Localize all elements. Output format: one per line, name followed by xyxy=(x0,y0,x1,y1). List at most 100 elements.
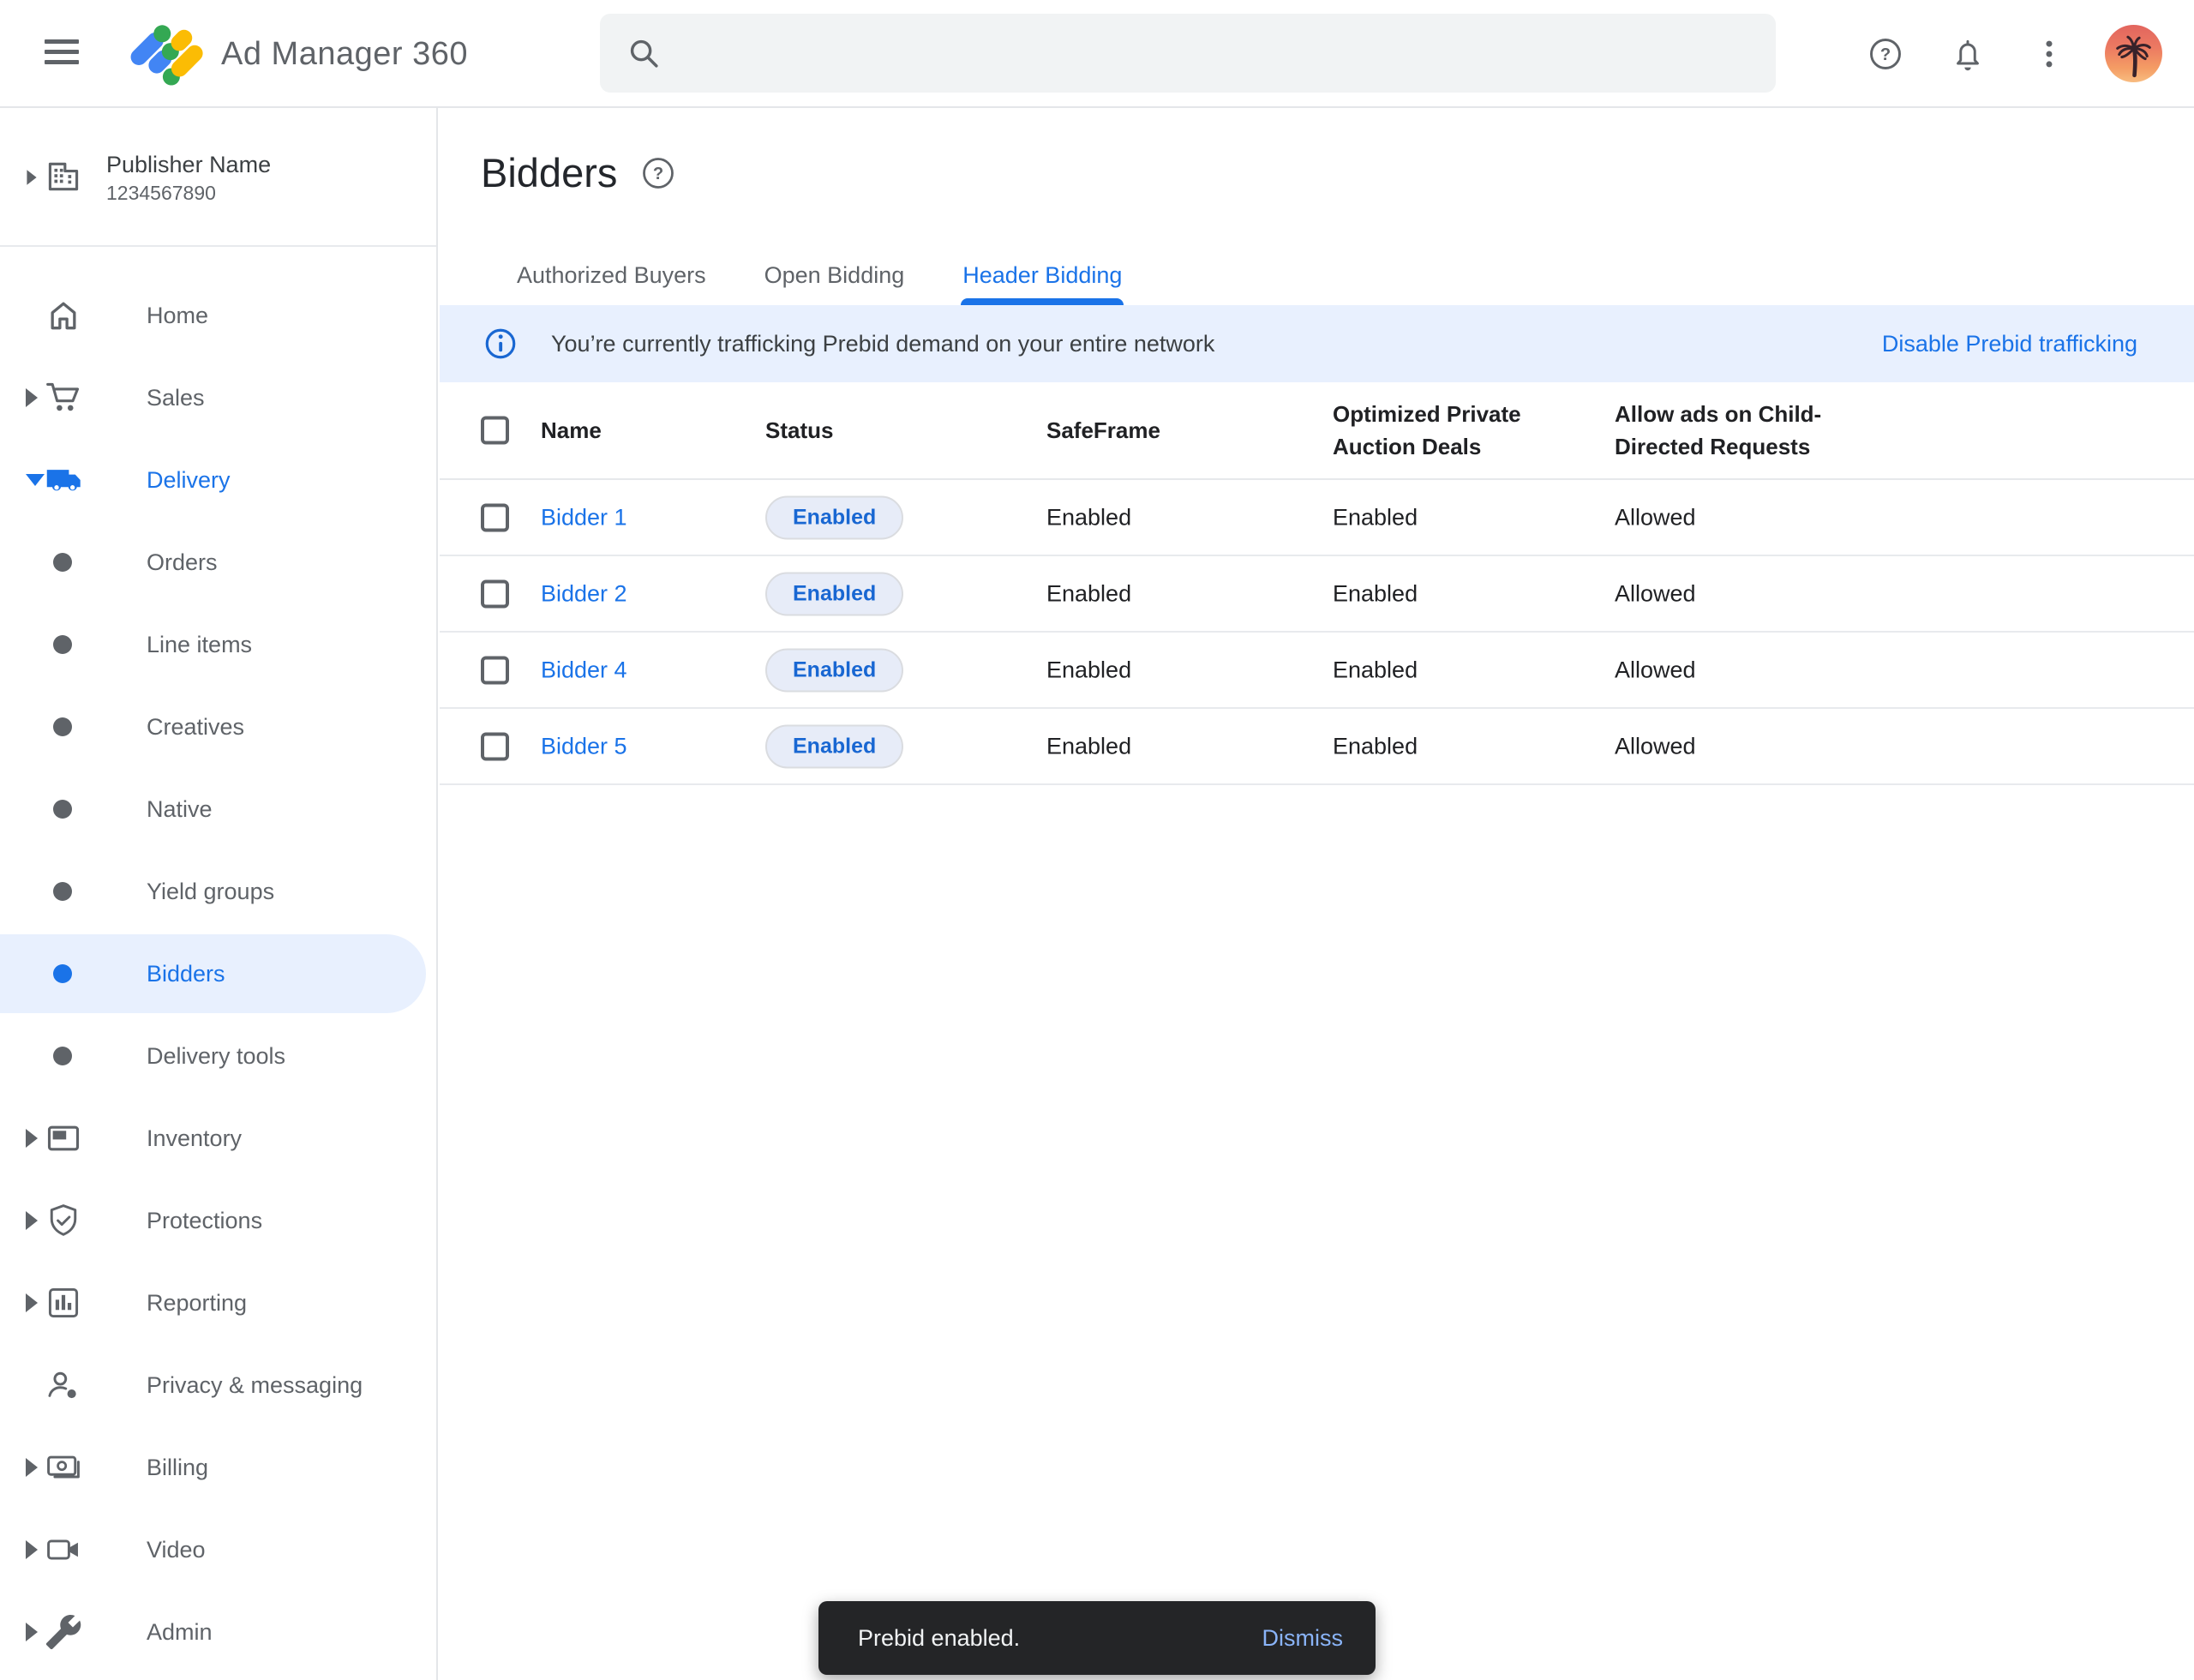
search-bar[interactable] xyxy=(600,14,1776,93)
column-header-status[interactable]: Status xyxy=(765,414,833,447)
bidder-link[interactable]: Bidder 2 xyxy=(541,580,627,607)
expand-icon[interactable] xyxy=(26,1458,38,1477)
sidebar-item-native[interactable]: Native xyxy=(0,768,436,850)
toast-dismiss-button[interactable]: Dismiss xyxy=(1262,1625,1344,1652)
sidebar-item-label: Privacy & messaging xyxy=(147,1372,363,1399)
child-directed-value: Allowed xyxy=(1615,657,1696,683)
sidebar-item-yield-groups[interactable]: Yield groups xyxy=(0,850,436,933)
page-help-icon[interactable]: ? xyxy=(639,154,677,192)
safeframe-value: Enabled xyxy=(1046,504,1131,531)
expand-icon[interactable] xyxy=(26,1540,38,1559)
top-bar: Ad Manager 360 ? xyxy=(0,0,2194,108)
sidebar-item-label: Home xyxy=(147,303,208,329)
row-checkbox[interactable] xyxy=(481,732,509,760)
building-icon xyxy=(45,158,82,195)
sidebar-item-line-items[interactable]: Line items xyxy=(0,603,436,686)
sidebar-item-billing[interactable]: Billing xyxy=(0,1426,436,1509)
sidebar-item-inventory[interactable]: Inventory xyxy=(0,1097,436,1179)
more-vertical-icon[interactable] xyxy=(2030,35,2068,73)
sidebar-item-delivery-tools[interactable]: Delivery tools xyxy=(0,1015,436,1097)
bidder-link[interactable]: Bidder 5 xyxy=(541,733,627,759)
table-row: Bidder 2EnabledEnabledEnabledAllowed xyxy=(440,556,2194,633)
sidebar-item-label: Delivery tools xyxy=(147,1043,285,1070)
status-chip: Enabled xyxy=(765,495,903,539)
search-input[interactable] xyxy=(679,39,1776,68)
expand-icon[interactable] xyxy=(26,1129,38,1148)
expand-icon[interactable] xyxy=(26,1293,38,1312)
sidebar-item-label: Orders xyxy=(147,549,218,576)
account-switcher[interactable]: Publisher Name 1234567890 xyxy=(0,108,436,247)
inventory-icon xyxy=(45,1119,82,1157)
privacy-icon xyxy=(45,1366,82,1404)
account-avatar[interactable] xyxy=(2105,25,2162,82)
bullet-icon xyxy=(45,543,82,581)
tab-open-bidding[interactable]: Open Bidding xyxy=(763,245,907,305)
status-cell: Enabled xyxy=(765,495,903,539)
sidebar-item-orders[interactable]: Orders xyxy=(0,521,436,603)
sidebar-nav: Home Sales Delivery Orders Line itemsCreativ… xyxy=(0,247,436,1673)
column-header-safeframe[interactable]: SafeFrame xyxy=(1046,414,1160,447)
sidebar-item-creatives[interactable]: Creatives xyxy=(0,686,436,768)
row-checkbox[interactable] xyxy=(481,579,509,608)
banner-message: You’re currently trafficking Prebid dema… xyxy=(551,331,1214,357)
bullet-icon xyxy=(45,790,82,828)
column-header-opad[interactable]: Optimized Private Auction Deals xyxy=(1333,398,1551,463)
sidebar-item-label: Sales xyxy=(147,385,205,411)
sidebar-item-reporting[interactable]: Reporting xyxy=(0,1262,436,1344)
child-directed-value: Allowed xyxy=(1615,580,1696,607)
safeframe-value: Enabled xyxy=(1046,580,1131,607)
expand-icon[interactable] xyxy=(26,388,38,407)
shield-icon xyxy=(45,1202,82,1239)
help-icon[interactable]: ? xyxy=(1867,35,1904,73)
status-cell: Enabled xyxy=(765,572,903,615)
sidebar-item-label: Reporting xyxy=(147,1290,247,1317)
info-icon xyxy=(483,326,519,362)
status-cell: Enabled xyxy=(765,724,903,768)
sidebar-item-sales[interactable]: Sales xyxy=(0,357,436,439)
toast-message: Prebid enabled. xyxy=(858,1625,1020,1652)
sidebar-item-label: Yield groups xyxy=(147,879,274,905)
video-icon xyxy=(45,1531,82,1569)
status-chip: Enabled xyxy=(765,724,903,768)
status-chip: Enabled xyxy=(765,572,903,615)
page-title: Bidders xyxy=(481,149,617,196)
bidder-link[interactable]: Bidder 1 xyxy=(541,504,627,531)
sidebar-item-protections[interactable]: Protections xyxy=(0,1179,436,1262)
sidebar-item-label: Admin xyxy=(147,1619,213,1646)
row-checkbox[interactable] xyxy=(481,656,509,684)
expand-icon[interactable] xyxy=(26,1623,38,1641)
status-cell: Enabled xyxy=(765,648,903,692)
expand-icon xyxy=(27,170,36,185)
sidebar-item-admin[interactable]: Admin xyxy=(0,1591,436,1673)
tab-authorized-buyers[interactable]: Authorized Buyers xyxy=(515,245,708,305)
row-checkbox[interactable] xyxy=(481,503,509,531)
sidebar-item-privacy-messaging[interactable]: Privacy & messaging xyxy=(0,1344,436,1426)
snackbar-toast: Prebid enabled. Dismiss xyxy=(818,1601,1376,1675)
tab-bar: Authorized Buyers Open Bidding Header Bidd… xyxy=(515,245,1124,305)
table-header: Name Status SafeFrame Optimized Private … xyxy=(440,382,2194,480)
column-header-child[interactable]: Allow ads on Child-Directed Requests xyxy=(1615,398,1859,463)
column-header-name[interactable]: Name xyxy=(541,414,602,447)
reporting-icon xyxy=(45,1284,82,1322)
main-content: Bidders ? Authorized Buyers Open Bidding H… xyxy=(440,108,2194,1680)
expand-icon[interactable] xyxy=(26,1211,38,1230)
menu-icon[interactable] xyxy=(45,39,79,69)
select-all-checkbox[interactable] xyxy=(481,417,509,445)
sidebar-item-bidders[interactable]: Bidders xyxy=(0,933,436,1015)
table-row: Bidder 5EnabledEnabledEnabledAllowed xyxy=(440,709,2194,785)
tab-header-bidding[interactable]: Header Bidding xyxy=(961,245,1124,305)
sidebar-item-home[interactable]: Home xyxy=(0,274,436,357)
sidebar-item-video[interactable]: Video xyxy=(0,1509,436,1591)
info-banner: You’re currently trafficking Prebid dema… xyxy=(440,305,2194,382)
bidder-link[interactable]: Bidder 4 xyxy=(541,657,627,683)
disable-prebid-link[interactable]: Disable Prebid trafficking xyxy=(1882,331,2137,357)
ad-manager-app: Ad Manager 360 ? xyxy=(0,0,2194,1680)
cart-icon xyxy=(45,379,82,417)
sidebar-item-label: Protections xyxy=(147,1208,262,1234)
notifications-bell-icon[interactable] xyxy=(1949,35,1987,73)
sidebar-item-delivery[interactable]: Delivery xyxy=(0,439,436,521)
collapse-icon[interactable] xyxy=(26,474,45,486)
home-icon xyxy=(45,297,82,334)
wrench-icon xyxy=(45,1613,82,1651)
sidebar-item-label: Native xyxy=(147,796,213,823)
